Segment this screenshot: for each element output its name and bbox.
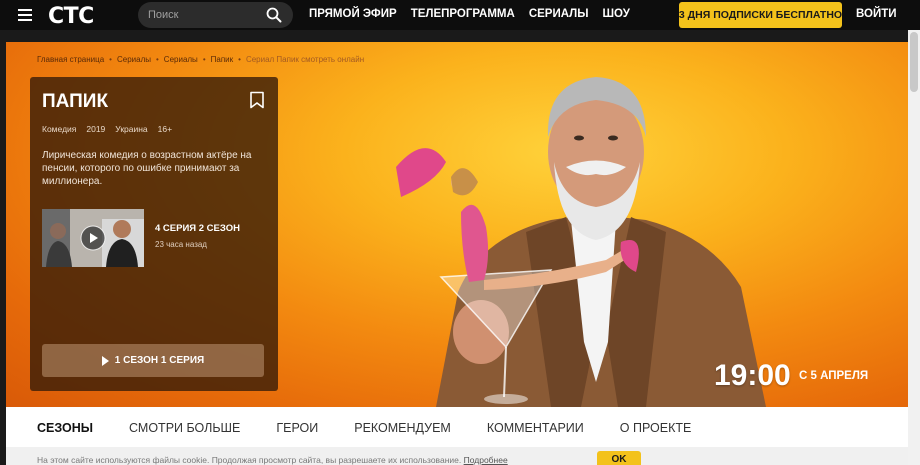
air-time: 19:00 bbox=[714, 359, 791, 392]
breadcrumb-separator: • bbox=[202, 55, 206, 64]
tab-watch-more[interactable]: СМОТРИ БОЛЬШЕ bbox=[129, 421, 240, 435]
show-year: 2019 bbox=[86, 124, 106, 134]
episode-title[interactable]: 4 СЕРИЯ 2 СЕЗОН bbox=[155, 223, 240, 234]
cookie-banner: На этом сайте используются файлы cookie.… bbox=[6, 447, 908, 465]
show-description: Лирическая комедия о возрастном актёре н… bbox=[42, 150, 252, 187]
show-info-card: ПАПИК Комедия 2019 Украина 16+ Лирическа… bbox=[30, 77, 278, 391]
breadcrumb-separator: • bbox=[109, 55, 112, 64]
nav-series[interactable]: СЕРИАЛЫ bbox=[529, 8, 589, 20]
show-genre: Комедия bbox=[42, 124, 77, 134]
tab-recommended[interactable]: РЕКОМЕНДУЕМ bbox=[354, 421, 451, 435]
show-title: ПАПИК bbox=[42, 91, 109, 112]
tab-seasons[interactable]: СЕЗОНЫ bbox=[37, 421, 93, 435]
show-country: Украина bbox=[115, 124, 148, 134]
cookie-ok-button[interactable]: OK bbox=[597, 451, 641, 465]
menu-icon[interactable] bbox=[18, 9, 32, 21]
breadcrumb-current: Сериал Папик смотреть онлайн bbox=[245, 55, 365, 64]
breadcrumb-home[interactable]: Главная страница bbox=[37, 55, 104, 64]
age-rating: 16+ bbox=[157, 124, 173, 134]
tab-about[interactable]: О ПРОЕКТЕ bbox=[620, 421, 692, 435]
search-box[interactable] bbox=[138, 2, 293, 28]
section-tabs: СЕЗОНЫ СМОТРИ БОЛЬШЕ ГЕРОИ РЕКОМЕНДУЕМ К… bbox=[37, 421, 691, 435]
search-input[interactable] bbox=[138, 9, 258, 21]
nav-live[interactable]: ПРЯМОЙ ЭФИР bbox=[309, 8, 397, 20]
cookie-more-link[interactable]: Подробнее bbox=[464, 455, 508, 465]
bookmark-icon[interactable] bbox=[249, 91, 265, 109]
breadcrumb-show[interactable]: Папик bbox=[211, 55, 234, 64]
hero-banner: Главная страница • Сериалы • Сериалы • П… bbox=[6, 42, 908, 407]
nav-tv-guide[interactable]: ТЕЛЕПРОГРАММА bbox=[411, 8, 515, 20]
scrollbar[interactable] bbox=[908, 30, 920, 465]
breadcrumb-series-2[interactable]: Сериалы bbox=[164, 55, 198, 64]
play-icon bbox=[101, 355, 109, 366]
breadcrumb-separator: • bbox=[155, 55, 159, 64]
episode-time-ago: 23 часа назад bbox=[155, 240, 207, 249]
top-navigation-bar: СТС ПРЯМОЙ ЭФИР ТЕЛЕПРОГРАММА СЕРИАЛЫ ШО… bbox=[0, 0, 920, 30]
air-date: С 5 АПРЕЛЯ bbox=[799, 370, 869, 382]
login-button[interactable]: ВОЙТИ bbox=[856, 8, 897, 20]
watch-button-label: 1 СЕЗОН 1 СЕРИЯ bbox=[114, 355, 205, 366]
tab-characters[interactable]: ГЕРОИ bbox=[276, 421, 318, 435]
play-icon[interactable] bbox=[80, 225, 106, 251]
nav-shows[interactable]: ШОУ bbox=[603, 8, 630, 20]
section-tabs-bar: СЕЗОНЫ СМОТРИ БОЛЬШЕ ГЕРОИ РЕКОМЕНДУЕМ К… bbox=[6, 407, 908, 447]
search-icon[interactable] bbox=[266, 7, 282, 23]
scrollbar-thumb[interactable] bbox=[910, 32, 918, 92]
tab-comments[interactable]: КОММЕНТАРИИ bbox=[487, 421, 584, 435]
cookie-text: На этом сайте используются файлы cookie.… bbox=[37, 455, 508, 465]
breadcrumb-series[interactable]: Сериалы bbox=[117, 55, 151, 64]
cookie-message: На этом сайте используются файлы cookie.… bbox=[37, 455, 462, 465]
main-nav: ПРЯМОЙ ЭФИР ТЕЛЕПРОГРАММА СЕРИАЛЫ ШОУ bbox=[309, 8, 630, 20]
free-trial-button[interactable]: 3 ДНЯ ПОДПИСКИ БЕСПЛАТНО bbox=[679, 2, 842, 28]
episode-thumbnail[interactable] bbox=[42, 209, 144, 267]
breadcrumb: Главная страница • Сериалы • Сериалы • П… bbox=[37, 55, 364, 64]
logo[interactable]: СТС bbox=[48, 4, 94, 29]
breadcrumb-separator: • bbox=[238, 55, 241, 64]
watch-first-episode-button[interactable]: 1 СЕЗОН 1 СЕРИЯ bbox=[42, 344, 264, 377]
show-meta: Комедия 2019 Украина 16+ bbox=[42, 124, 172, 134]
